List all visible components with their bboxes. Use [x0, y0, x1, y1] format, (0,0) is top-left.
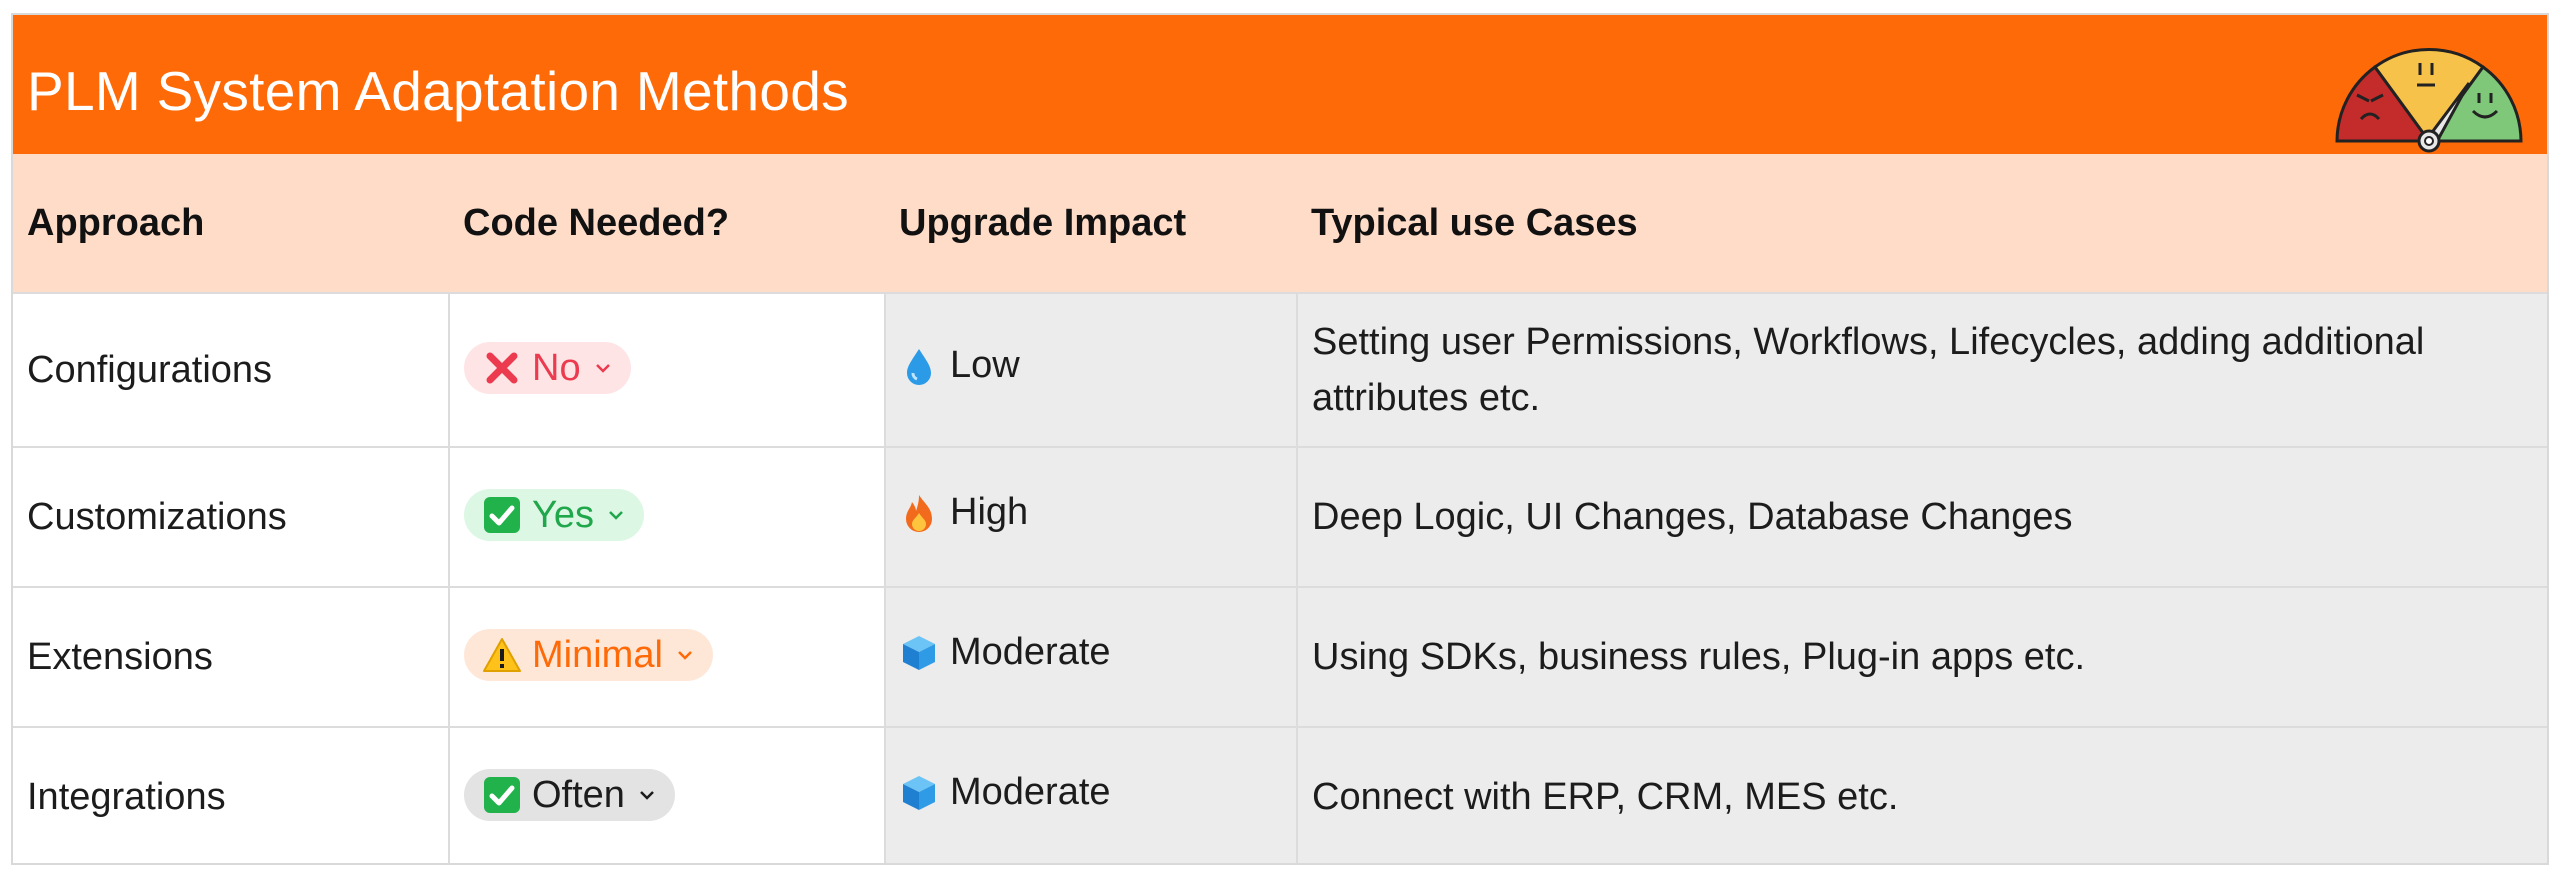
red-cross-icon: [486, 352, 518, 384]
use-cases-text: Setting user Permissions, Workflows, Lif…: [1312, 321, 2425, 419]
code-needed-dropdown[interactable]: Often: [464, 769, 675, 821]
droplet-icon: [907, 348, 931, 385]
green-check-icon: [484, 497, 520, 533]
upgrade-impact-cell: High: [885, 446, 1298, 587]
upgrade-impact-cell: Low: [885, 292, 1298, 447]
code-needed-cell: Yes: [449, 446, 886, 587]
code-needed-value: Minimal: [532, 633, 663, 676]
approach-label: Integrations: [27, 775, 226, 818]
code-needed-value: Yes: [532, 493, 594, 536]
header-code-needed: Code Needed?: [449, 154, 885, 293]
header-approach: Approach: [13, 154, 449, 293]
green-check-icon: [484, 777, 520, 813]
table-row: Extensions Minimal Moderate Using SDKs, …: [13, 586, 2547, 727]
upgrade-impact-cell: Moderate: [885, 586, 1298, 727]
chevron-down-icon: [640, 791, 654, 800]
approach-label: Configurations: [27, 348, 273, 391]
header-upgrade-impact: Upgrade Impact: [885, 154, 1297, 293]
mood-gauge-icon: [2335, 48, 2523, 153]
warning-icon: [483, 638, 521, 672]
header-typical-use-cases: Typical use Cases: [1297, 154, 2547, 293]
use-cases-cell: Connect with ERP, CRM, MES etc.: [1297, 726, 2547, 863]
use-cases-text: Connect with ERP, CRM, MES etc.: [1312, 776, 1899, 818]
page-title: PLM System Adaptation Methods: [27, 60, 849, 122]
upgrade-impact-value: Moderate: [950, 771, 1111, 814]
code-needed-value: No: [532, 346, 581, 389]
approach-cell: Extensions: [13, 586, 450, 727]
chevron-down-icon: [595, 364, 610, 373]
approach-cell: Integrations: [13, 726, 450, 863]
approach-cell: Customizations: [13, 446, 450, 587]
code-needed-cell: Minimal: [449, 586, 886, 727]
chevron-down-icon: [678, 651, 692, 660]
upgrade-impact-value: Low: [950, 344, 1020, 387]
table-card: PLM System Adaptation Methods Approach C…: [11, 13, 2549, 865]
code-needed-cell: Often: [449, 726, 886, 863]
approach-label: Customizations: [27, 495, 287, 538]
fire-icon: [906, 494, 932, 532]
table-row: Integrations Often Moderate Connect with…: [13, 726, 2547, 863]
code-needed-dropdown[interactable]: No: [464, 342, 631, 394]
table-row: Configurations No Low Setting user Permi…: [13, 292, 2547, 447]
approach-cell: Configurations: [13, 292, 450, 447]
code-needed-value: Often: [532, 773, 625, 816]
approach-label: Extensions: [27, 635, 213, 678]
table-row: Customizations Yes High Deep Logic, UI C…: [13, 446, 2547, 587]
chevron-down-icon: [609, 511, 623, 520]
code-needed-dropdown[interactable]: Yes: [464, 489, 644, 541]
use-cases-text: Using SDKs, business rules, Plug-in apps…: [1312, 636, 2086, 678]
use-cases-text: Deep Logic, UI Changes, Database Changes: [1312, 496, 2073, 538]
upgrade-impact-value: Moderate: [950, 631, 1111, 674]
title-bar: PLM System Adaptation Methods: [13, 15, 2547, 154]
code-needed-cell: No: [449, 292, 886, 447]
cube-icon: [903, 775, 935, 810]
code-needed-dropdown[interactable]: Minimal: [464, 629, 713, 681]
methods-table: Approach Code Needed? Upgrade Impact Typ…: [13, 154, 2547, 863]
header-row: Approach Code Needed? Upgrade Impact Typ…: [13, 154, 2547, 293]
upgrade-impact-value: High: [950, 491, 1029, 534]
cube-icon: [903, 635, 935, 670]
upgrade-impact-cell: Moderate: [885, 726, 1298, 863]
use-cases-cell: Setting user Permissions, Workflows, Lif…: [1297, 292, 2547, 447]
use-cases-cell: Using SDKs, business rules, Plug-in apps…: [1297, 586, 2547, 727]
use-cases-cell: Deep Logic, UI Changes, Database Changes: [1297, 446, 2547, 587]
